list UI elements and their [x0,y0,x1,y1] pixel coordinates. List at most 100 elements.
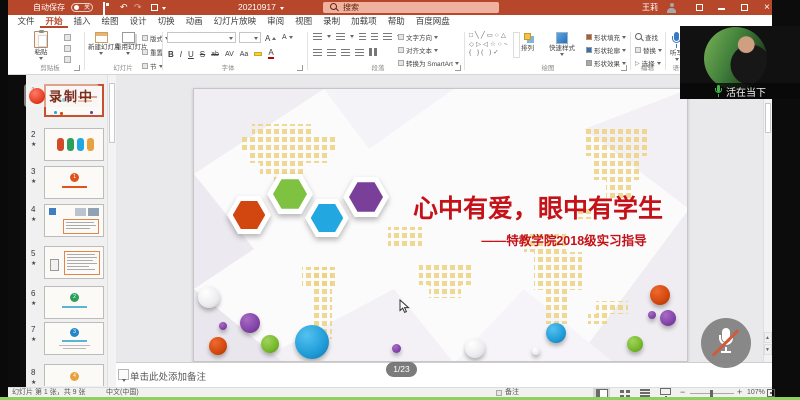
find-button[interactable]: 查找 [635,32,658,42]
mouse-cursor [399,299,410,314]
screen: 自动保存 关 ↶ ↷ 20210917 搜索 王莉 × 文件 开始 插入 绘图 … [0,0,800,400]
notes-placeholder[interactable]: 单击此处添加备注 [130,369,206,383]
font-color-button[interactable]: A [268,49,273,59]
thumbnail-slide-4[interactable] [44,204,104,237]
maximize-button[interactable] [741,4,748,11]
thumbnail-slide-6[interactable]: 2 [44,286,104,319]
tab-review[interactable]: 审阅 [262,15,290,28]
line-spacing-icon[interactable] [383,33,392,40]
shapes-scroll[interactable] [513,32,520,58]
search-box[interactable]: 搜索 [323,2,499,13]
highlight-icon[interactable] [254,52,262,56]
shape-outline-button[interactable]: 形状轮廓 [586,45,626,55]
fit-slide-to-window-button[interactable] [767,389,775,397]
notes-pane[interactable] [116,362,772,387]
replace-button[interactable]: 替换 [635,45,662,55]
reading-view-button[interactable] [640,389,650,391]
mute-button[interactable] [701,318,751,368]
tab-design[interactable]: 设计 [124,15,152,28]
recording-indicator: 录制中 [24,84,99,107]
underline-button[interactable]: U [188,50,194,59]
font-name-select[interactable] [167,32,236,43]
title-dropdown-icon[interactable] [280,7,284,10]
tab-transitions[interactable]: 切换 [152,15,180,28]
previous-slide-button[interactable]: ▲ [764,332,772,343]
tab-record[interactable]: 录制 [318,15,346,28]
layout-button[interactable]: 版式 [142,33,169,43]
align-center-icon[interactable] [327,49,336,56]
zoom-slider-thumb[interactable] [710,390,713,397]
zoom-out-button[interactable]: − [680,387,685,397]
italic-button[interactable]: I [180,50,182,59]
close-button[interactable]: × [764,0,770,15]
sphere [660,310,676,326]
paragraph-dialog-launcher-icon[interactable] [455,65,461,71]
align-text-button[interactable]: 对齐文本 [398,45,438,55]
character-spacing-button[interactable]: AV [225,51,234,58]
arrange-button[interactable]: 排列 [521,33,534,52]
shape-effects-button[interactable]: 形状效果 [586,58,626,68]
align-left-icon[interactable] [313,49,322,56]
vertical-scrollbar-thumb[interactable] [765,103,771,133]
text-direction-button[interactable]: 文字方向 [398,32,438,42]
slide-sorter-view-button[interactable] [620,390,624,393]
tab-home[interactable]: 开始 [40,15,68,28]
new-slide-button[interactable]: 新建幻灯片 [88,32,114,55]
copy-icon[interactable] [64,45,71,52]
tab-addins[interactable]: 加载项 [346,15,383,28]
grow-font-icon[interactable]: A [265,34,276,43]
tab-slideshow[interactable]: 幻灯片放映 [208,15,262,28]
thumb-7-number: 7 [31,325,35,334]
bold-button[interactable]: B [168,50,174,59]
minimize-button[interactable] [718,8,725,10]
tab-insert[interactable]: 插入 [68,15,96,28]
decrease-indent-icon[interactable] [359,33,366,40]
autosave-toggle[interactable]: 关 [71,3,93,12]
thumbnail-slide-3[interactable]: 1 [44,166,104,199]
quick-styles-button[interactable]: 快速样式 [549,32,575,56]
paste-button[interactable]: 粘贴 [34,31,48,60]
autosave-label: 自动保存 [33,0,65,15]
shrink-font-icon[interactable]: A [282,34,293,41]
tab-file[interactable]: 文件 [12,15,40,28]
cut-icon[interactable] [64,34,71,41]
tab-help[interactable]: 帮助 [382,15,410,28]
clear-format-button[interactable]: ab [211,51,219,58]
next-slide-button[interactable]: ▼ [764,344,772,355]
notes-collapse-button[interactable] [118,369,129,380]
align-right-icon[interactable] [341,49,350,56]
qat-dropdown-icon[interactable] [162,7,166,10]
numbering-icon[interactable] [336,33,345,40]
tab-baidu-netdisk[interactable]: 百度网盘 [410,15,455,28]
thumbnail-slide-7[interactable]: 3 [44,322,104,355]
shapes-gallery[interactable]: □╲╱▭○△◇▷◁☆○~{ }( )✓ [469,32,510,58]
slideshow-view-button[interactable] [660,388,671,395]
thumbnail-slide-5[interactable] [44,246,104,279]
thumbnail-scrollbar-thumb[interactable] [109,83,115,143]
start-presentation-icon[interactable] [151,4,158,11]
strikethrough-button[interactable]: S [200,50,205,59]
sphere [648,311,656,319]
tab-draw[interactable]: 绘图 [96,15,124,28]
reuse-slides-button[interactable]: 重用幻灯片 [115,32,141,55]
clipboard-dialog-launcher-icon[interactable] [74,65,80,71]
bullets-icon[interactable] [313,33,322,40]
font-dialog-launcher-icon[interactable] [297,65,303,71]
increase-indent-icon[interactable] [371,33,378,40]
shape-fill-button[interactable]: 形状填充 [586,32,626,42]
slide-title: 心中有爱，眼中有学生 [396,189,680,225]
thumbnail-slide-8[interactable]: 4 [44,364,104,386]
reset-button[interactable]: 重置 [142,47,163,57]
font-size-select[interactable] [239,32,261,43]
columns-icon[interactable] [369,48,377,56]
ribbon-display-options-icon[interactable] [696,4,703,11]
redo-icon[interactable]: ↷ [134,0,142,15]
slide-canvas[interactable]: 心中有爱，眼中有学生 ——特教学院2018级实习指导 [193,88,688,362]
tab-view[interactable]: 视图 [290,15,318,28]
justify-icon[interactable] [355,49,364,56]
tab-animations[interactable]: 动画 [180,15,208,28]
thumbnail-slide-2[interactable] [44,128,104,161]
zoom-in-button[interactable]: + [737,387,742,397]
change-case-button[interactable]: Aa [240,51,249,58]
undo-icon[interactable]: ↶ [120,0,128,15]
